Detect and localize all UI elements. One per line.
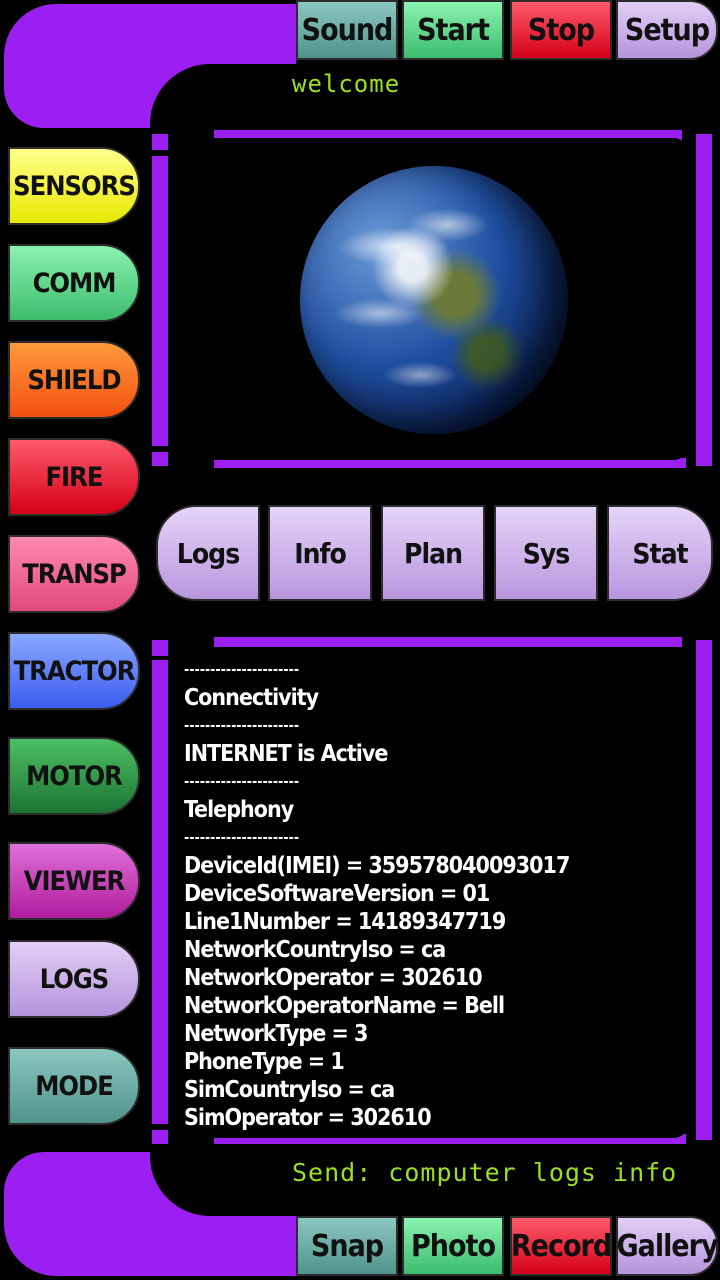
setup-button[interactable]: Setup xyxy=(616,0,718,60)
log-line: NetworkCountryIso = ca xyxy=(184,937,446,963)
sound-button[interactable]: Sound xyxy=(296,0,398,60)
stop-button[interactable]: Stop xyxy=(510,0,612,60)
shield-button[interactable]: SHIELD xyxy=(8,341,140,419)
snap-button[interactable]: Snap xyxy=(296,1216,398,1276)
log-frame-corner xyxy=(152,640,168,656)
log-line: NetworkOperator = 302610 xyxy=(184,965,483,991)
welcome-text: welcome xyxy=(292,70,401,98)
viewer-frame-right xyxy=(696,134,712,466)
log-separator: ---------------------- xyxy=(184,718,300,734)
gallery-button[interactable]: Gallery xyxy=(616,1216,719,1276)
log-frame-left xyxy=(152,660,168,1124)
sensors-button[interactable]: SENSORS xyxy=(8,147,140,225)
log-line: DeviceSoftwareVersion = 01 xyxy=(184,881,490,907)
tab-stat[interactable]: Stat xyxy=(607,505,713,601)
logs-button[interactable]: LOGS xyxy=(8,940,140,1018)
send-status-text: Send: computer logs info xyxy=(292,1158,678,1187)
tab-sys[interactable]: Sys xyxy=(494,505,598,601)
log-text: ---------------------- Connectivity ----… xyxy=(184,656,704,1132)
tractor-button[interactable]: TRACTOR xyxy=(8,632,140,710)
log-line: SimOperator = 302610 xyxy=(184,1105,432,1131)
log-separator: ---------------------- xyxy=(184,662,300,678)
viewer-frame-corner xyxy=(152,452,168,466)
record-button[interactable]: Record xyxy=(510,1216,612,1276)
log-frame-corner xyxy=(152,1130,168,1144)
log-line: Connectivity xyxy=(184,685,319,711)
fire-button[interactable]: FIRE xyxy=(8,438,140,516)
viewer-frame-left xyxy=(152,156,168,446)
earth-clouds xyxy=(300,166,568,434)
photo-button[interactable]: Photo xyxy=(402,1216,504,1276)
log-line: NetworkOperatorName = Bell xyxy=(184,993,505,1019)
transp-button[interactable]: TRANSP xyxy=(8,535,140,613)
comm-button[interactable]: COMM xyxy=(8,244,140,322)
log-line: NetworkType = 3 xyxy=(184,1021,368,1047)
log-separator: ---------------------- xyxy=(184,830,300,846)
log-line: SimCountryIso = ca xyxy=(184,1077,395,1103)
log-line: Line1Number = 14189347719 xyxy=(184,909,506,935)
start-button[interactable]: Start xyxy=(402,0,504,60)
tab-plan[interactable]: Plan xyxy=(381,505,485,601)
mode-button[interactable]: MODE xyxy=(8,1047,140,1125)
log-line: Telephony xyxy=(184,797,294,823)
tab-info[interactable]: Info xyxy=(268,505,372,601)
log-line: DeviceId(IMEI) = 359578040093017 xyxy=(184,853,570,879)
viewer-frame-corner xyxy=(152,134,168,150)
log-line: PhoneType = 1 xyxy=(184,1049,345,1075)
log-separator: ---------------------- xyxy=(184,774,300,790)
tab-logs[interactable]: Logs xyxy=(156,505,260,601)
viewer-button[interactable]: VIEWER xyxy=(8,842,140,920)
log-frame-top xyxy=(214,637,682,647)
motor-button[interactable]: MOTOR xyxy=(8,737,140,815)
log-line: INTERNET is Active xyxy=(184,741,388,767)
